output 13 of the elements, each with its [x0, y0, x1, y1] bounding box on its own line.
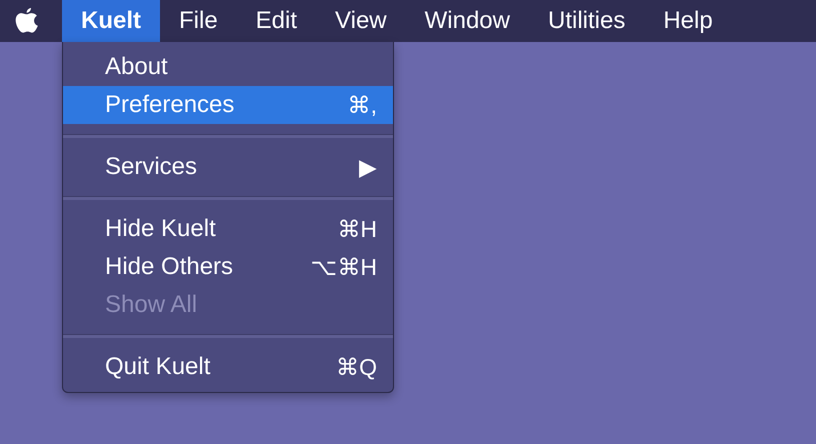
menu-bar-item[interactable]: View: [316, 0, 406, 42]
menu-item[interactable]: About: [63, 48, 393, 86]
menu-bar-item[interactable]: Utilities: [528, 0, 644, 42]
menu-item[interactable]: Quit Kuelt ⌘Q: [63, 348, 393, 386]
menu-bar-item[interactable]: Help: [644, 0, 732, 42]
menu-item[interactable]: Hide Others ⌥⌘H: [63, 248, 393, 286]
menu-bar-item[interactable]: File: [160, 0, 237, 42]
menu-bar-item[interactable]: Edit: [236, 0, 316, 42]
menu-item[interactable]: Services ▶: [63, 148, 393, 186]
menu-item[interactable]: Hide Kuelt ⌘H: [63, 210, 393, 248]
menu-item[interactable]: Preferences ⌘,: [63, 86, 393, 124]
menu-bar-item[interactable]: Window: [406, 0, 529, 42]
menu-bar-item[interactable]: Kuelt: [62, 0, 160, 42]
